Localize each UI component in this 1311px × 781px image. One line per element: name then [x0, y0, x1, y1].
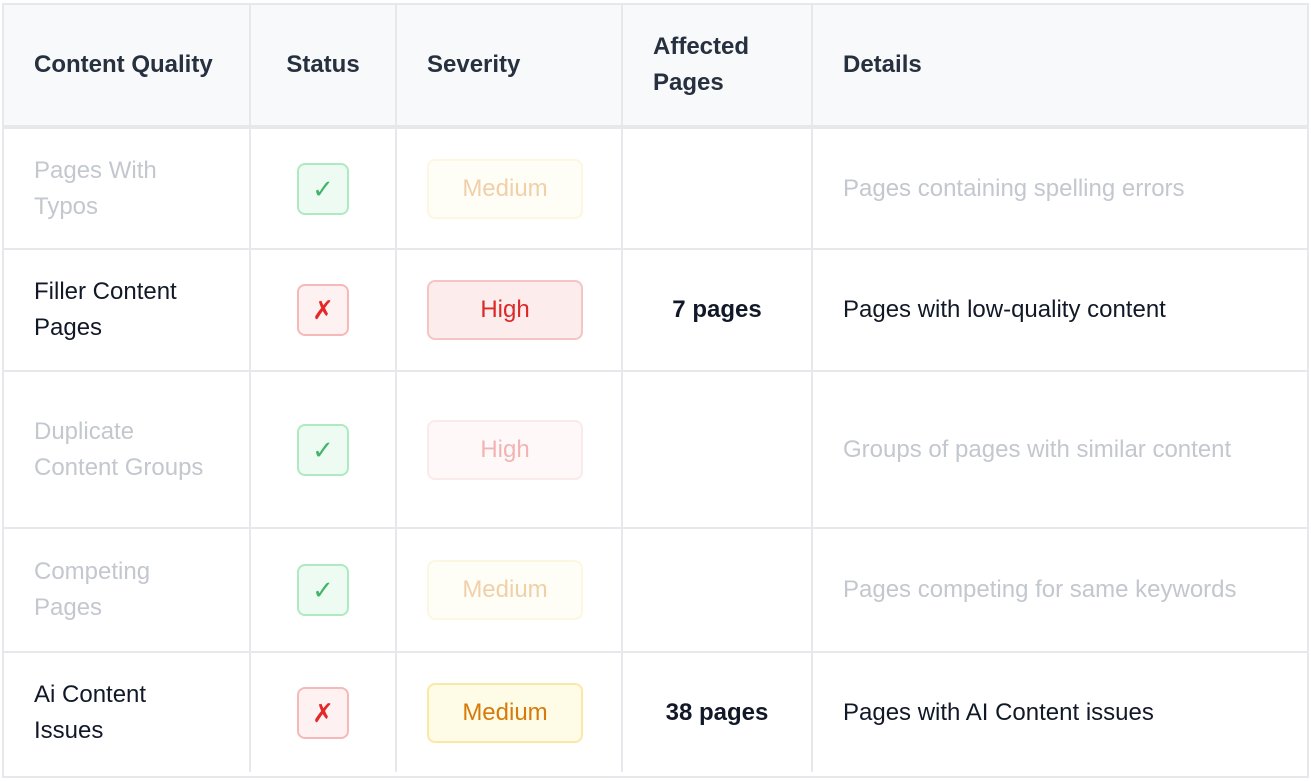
row-name: Ai Content Issues — [4, 652, 251, 772]
header-details[interactable]: Details — [812, 5, 1307, 129]
table-row[interactable]: Filler Content Pages ✗ High 7 pages Page… — [4, 249, 1307, 372]
table-row[interactable]: Ai Content Issues ✗ Medium 38 pages Page… — [4, 652, 1307, 772]
row-name: Filler Content Pages — [4, 249, 251, 372]
header-affected-pages[interactable]: Affected Pages — [622, 5, 813, 129]
check-icon: ✓ — [297, 162, 349, 215]
row-details: Pages competing for same keywords — [812, 528, 1307, 653]
table-row[interactable]: Duplicate Content Groups ✓ High Groups o… — [4, 371, 1307, 529]
severity-badge: Medium — [427, 158, 583, 219]
table-header-row: Content Quality Status Severity Affected… — [4, 5, 1307, 129]
severity-badge: Medium — [427, 560, 583, 620]
table-row[interactable]: Competing Pages ✓ Medium Pages competing… — [4, 528, 1307, 653]
content-quality-table: Content Quality Status Severity Affected… — [2, 3, 1309, 778]
affected-pages[interactable]: 7 pages — [622, 249, 813, 372]
header-content-quality[interactable]: Content Quality — [4, 5, 251, 129]
affected-pages — [622, 371, 813, 529]
row-details: Pages with low-quality content — [812, 249, 1307, 372]
severity-badge: Medium — [427, 682, 583, 743]
row-name: Duplicate Content Groups — [4, 371, 251, 529]
cross-icon: ✗ — [297, 686, 349, 739]
severity-badge: High — [427, 280, 583, 340]
cross-icon: ✗ — [297, 284, 349, 336]
row-name: Pages With Typos — [4, 127, 251, 250]
affected-pages[interactable]: 38 pages — [622, 652, 813, 772]
row-details: Pages with AI Content issues — [843, 698, 1154, 726]
header-severity[interactable]: Severity — [396, 5, 623, 129]
issues-table: Content Quality Status Severity Affected… — [4, 5, 1307, 772]
row-details: Groups of pages with similar content — [812, 371, 1307, 529]
affected-pages — [622, 528, 813, 653]
check-icon: ✓ — [297, 564, 349, 616]
severity-badge: High — [427, 419, 583, 480]
table-row[interactable]: Pages With Typos ✓ Medium Pages containi… — [4, 127, 1307, 250]
affected-pages — [622, 127, 813, 250]
row-details: Pages containing spelling errors — [812, 127, 1307, 250]
check-icon: ✓ — [297, 423, 349, 476]
header-status[interactable]: Status — [250, 5, 397, 129]
row-name: Competing Pages — [4, 528, 251, 653]
